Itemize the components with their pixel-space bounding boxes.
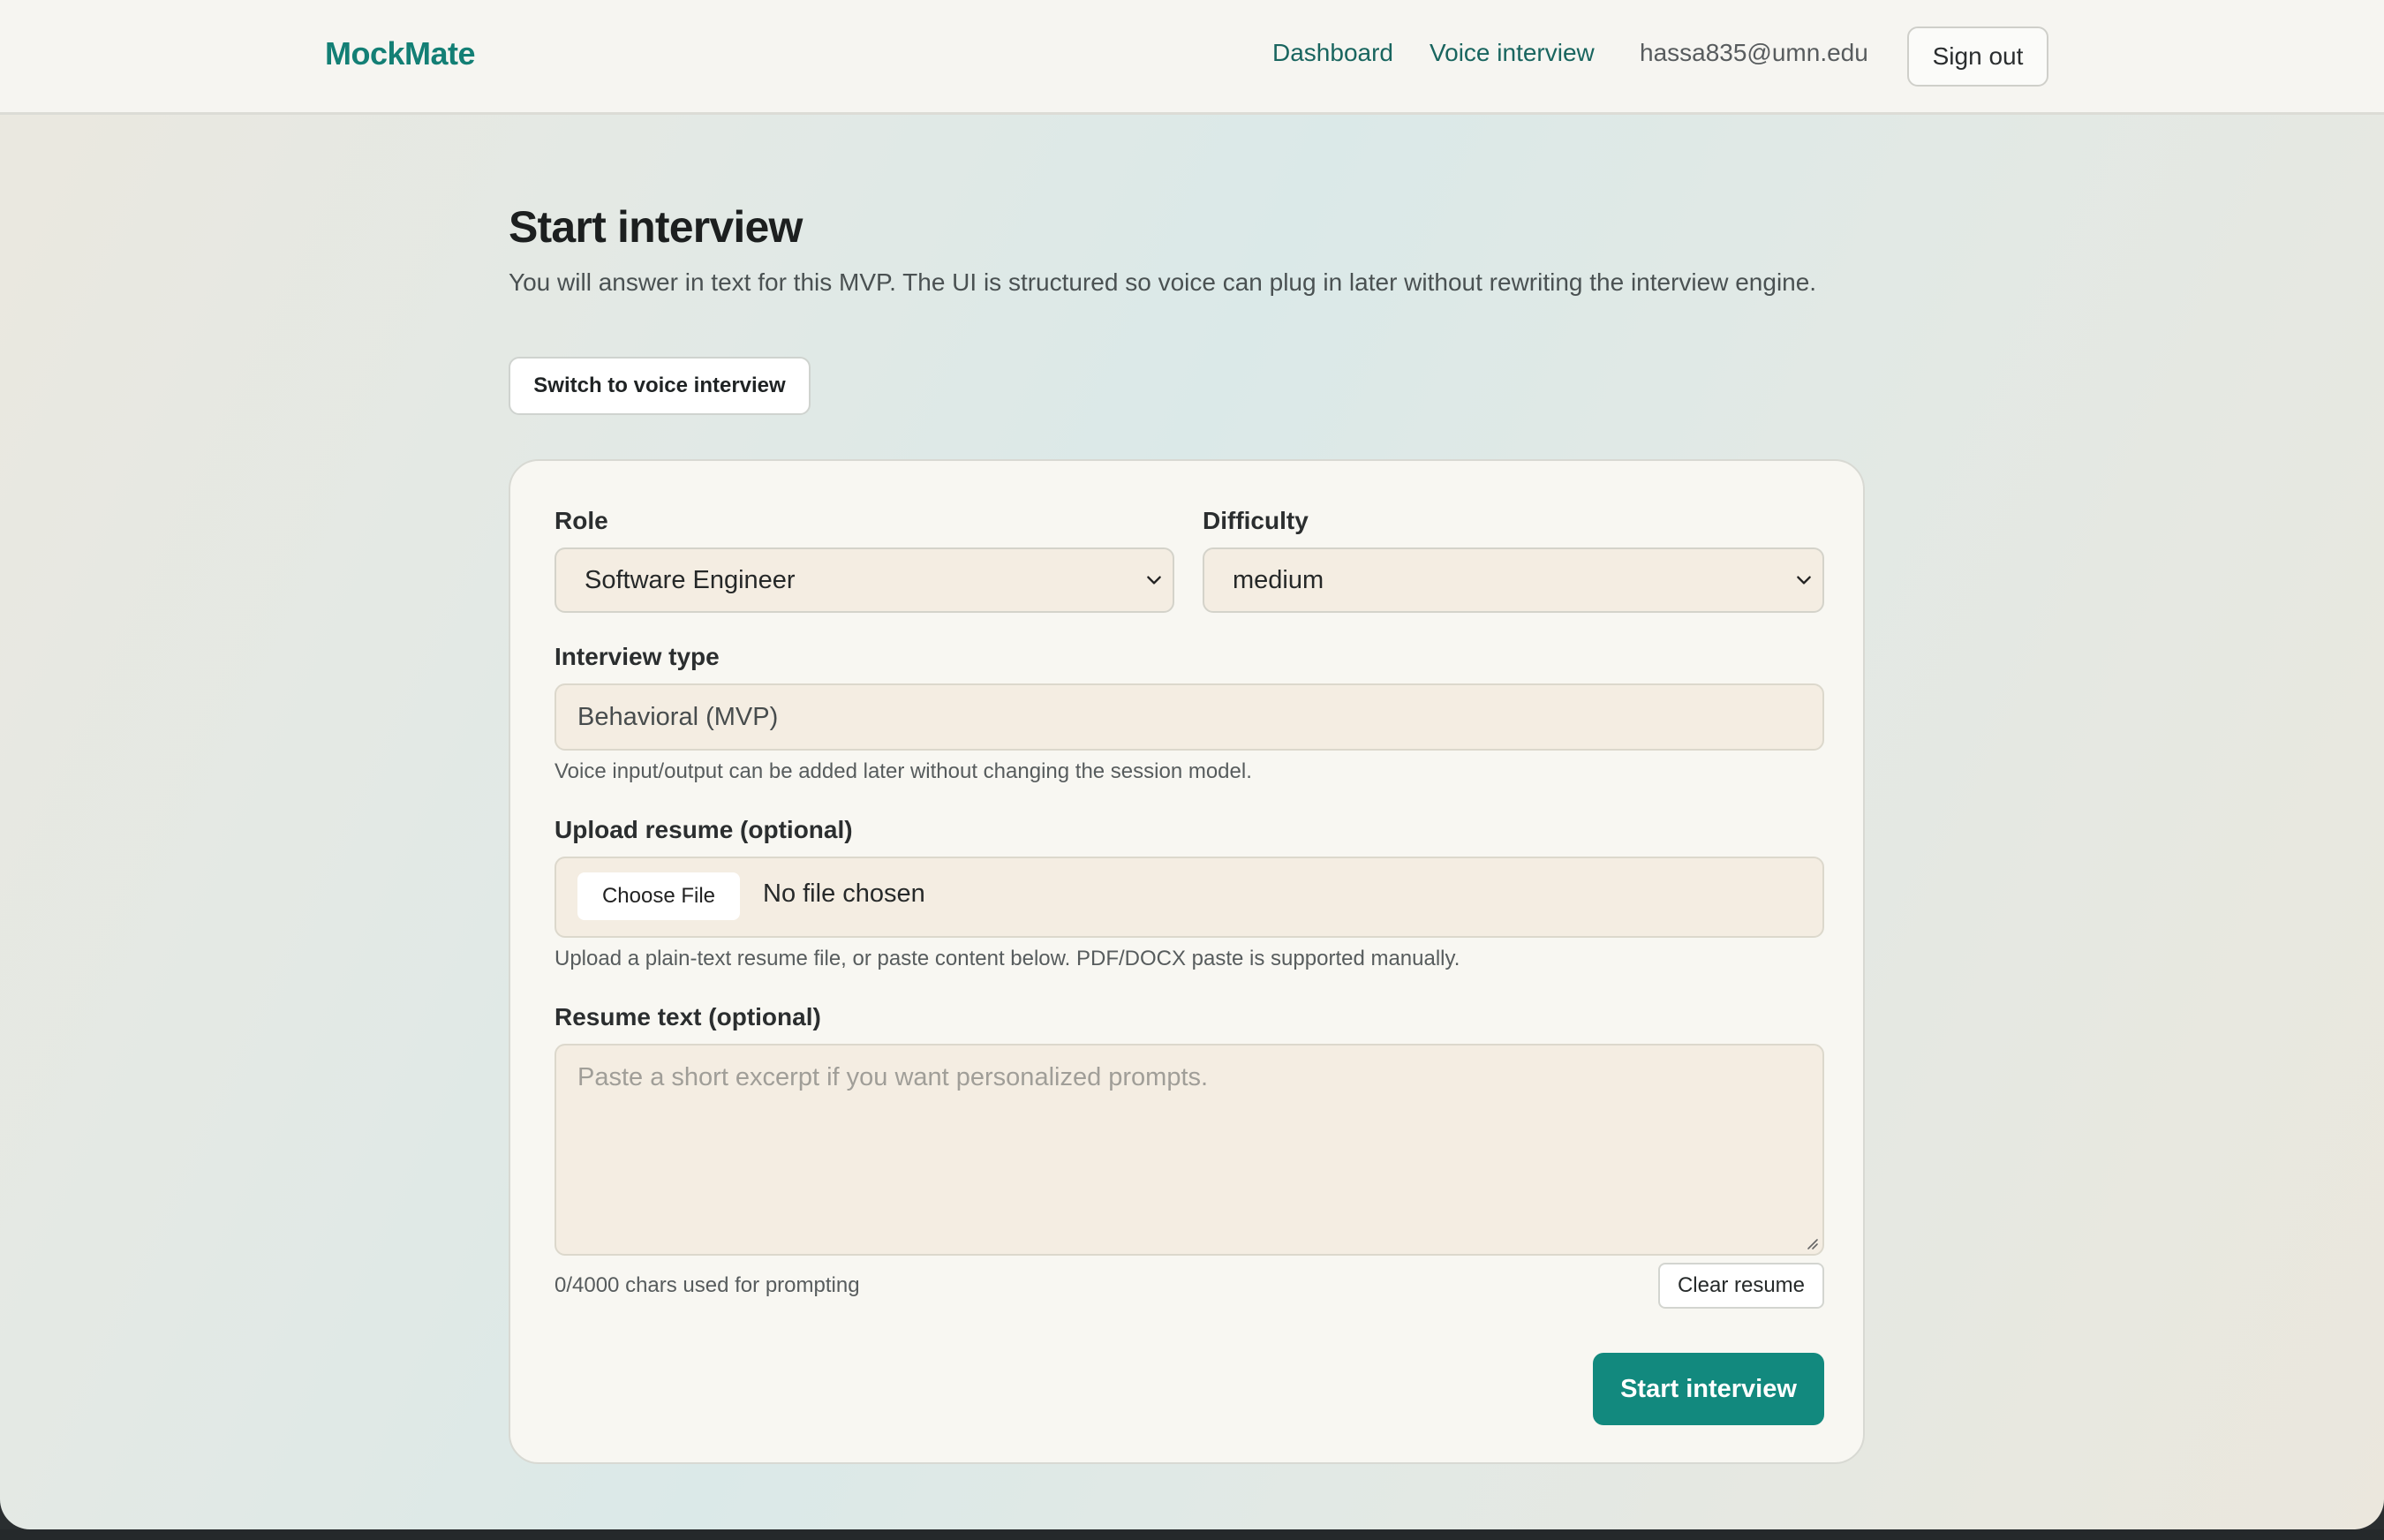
difficulty-label: Difficulty	[1203, 507, 1309, 534]
upload-resume-hint: Upload a plain-text resume file, or past…	[555, 947, 1460, 970]
user-email: hassa835@umn.edu	[1640, 39, 1868, 66]
difficulty-select-value: medium	[1233, 566, 1324, 594]
nav-link-dashboard[interactable]: Dashboard	[1272, 39, 1393, 67]
file-status: No file chosen	[763, 879, 925, 908]
chevron-down-icon	[1797, 576, 1811, 585]
resize-handle-icon[interactable]	[1805, 1236, 1819, 1250]
resume-file-input[interactable]: Choose File No file chosen	[555, 857, 1824, 938]
difficulty-select[interactable]: medium	[1203, 547, 1824, 613]
interview-type-hint: Voice input/output can be added later wi…	[555, 759, 1252, 783]
role-label: Role	[555, 507, 608, 534]
interview-type-field: Behavioral (MVP)	[555, 683, 1824, 751]
start-interview-button[interactable]: Start interview	[1593, 1353, 1824, 1425]
interview-setup-card: Role Software Engineer Difficulty medium…	[509, 459, 1865, 1464]
resume-char-counter: 0/4000 chars used for prompting	[555, 1273, 860, 1297]
chevron-down-icon	[1147, 576, 1161, 585]
sign-out-button[interactable]: Sign out	[1907, 26, 2048, 87]
role-select-value: Software Engineer	[585, 566, 796, 594]
page-title: Start interview	[509, 202, 803, 252]
top-navigation-bar: MockMate Dashboard Voice interview hassa…	[0, 0, 2384, 115]
desktop-taskbar-strip	[0, 1529, 2384, 1540]
interview-type-label: Interview type	[555, 643, 720, 670]
switch-to-voice-button[interactable]: Switch to voice interview	[509, 357, 811, 415]
clear-resume-button[interactable]: Clear resume	[1658, 1263, 1824, 1309]
upload-resume-label: Upload resume (optional)	[555, 816, 853, 843]
interview-type-value: Behavioral (MVP)	[577, 703, 779, 731]
resume-text-placeholder: Paste a short excerpt if you want person…	[577, 1063, 1209, 1091]
brand-logo[interactable]: MockMate	[325, 35, 476, 72]
choose-file-button[interactable]: Choose File	[577, 872, 740, 920]
resume-text-label: Resume text (optional)	[555, 1003, 821, 1030]
nav-link-voice-interview[interactable]: Voice interview	[1430, 39, 1595, 67]
role-select[interactable]: Software Engineer	[555, 547, 1174, 613]
app-window: MockMate Dashboard Voice interview hassa…	[0, 0, 2384, 1529]
resume-text-area[interactable]: Paste a short excerpt if you want person…	[555, 1044, 1824, 1256]
page-description: You will answer in text for this MVP. Th…	[509, 268, 1817, 296]
